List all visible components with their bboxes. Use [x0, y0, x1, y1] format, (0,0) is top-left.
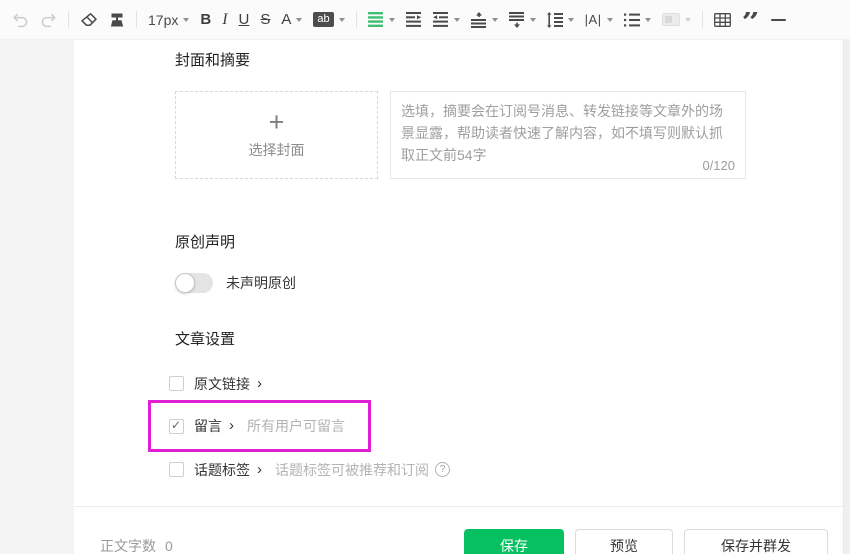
chevron-down-icon [606, 17, 613, 22]
toolbar-separator [701, 11, 703, 28]
chevron-right-icon: › [257, 460, 262, 478]
strikethrough-button[interactable]: S [260, 11, 270, 28]
plus-icon: + [268, 107, 285, 137]
comment-permission-hint: 所有用户可留言 [247, 418, 345, 434]
help-icon[interactable]: ? [435, 462, 450, 477]
chevron-down-icon [491, 17, 498, 22]
font-size-value: 17px [148, 11, 179, 28]
horizontal-rule-icon [771, 18, 786, 21]
summary-input[interactable]: 选填，摘要会在订阅号消息、转发链接等文章外的场景显露，帮助读者快速了解内容，如不… [390, 91, 746, 179]
choose-cover-label: 选择封面 [248, 142, 305, 158]
blockquote-button[interactable]: ” [742, 12, 760, 28]
style-preview-icon [661, 13, 680, 26]
line-height-dropdown[interactable] [546, 11, 574, 28]
format-painter-icon [110, 13, 124, 26]
table-icon [713, 12, 731, 27]
chevron-down-icon [338, 17, 345, 22]
highlight-icon: ab [313, 12, 334, 27]
original-link-checkbox[interactable] [169, 376, 184, 391]
editor-settings-panel: 封面和摘要 + 选择封面 选填，摘要会在订阅号消息、转发链接等文章外的场景显露，… [74, 40, 843, 554]
quote-icon: ” [742, 12, 760, 28]
list-dropdown[interactable] [623, 13, 651, 27]
word-count: 正文字数 0 [100, 536, 173, 554]
topic-tag-label[interactable]: 话题标签 [194, 460, 250, 480]
line-height-icon [546, 11, 563, 28]
indent-decrease-icon [432, 12, 448, 27]
chevron-down-icon [567, 17, 574, 22]
chevron-down-icon [296, 17, 303, 22]
original-link-label[interactable]: 原文链接 [194, 374, 250, 394]
chevron-down-icon [529, 17, 536, 22]
choose-cover-button[interactable]: + 选择封面 [175, 91, 378, 179]
underline-button[interactable]: U [239, 11, 250, 28]
bold-button[interactable]: B [200, 11, 211, 28]
space-above-dropdown[interactable] [470, 11, 498, 28]
comment-label[interactable]: 留言 [194, 416, 222, 436]
undo-icon [13, 13, 28, 27]
topic-tag-row[interactable]: 话题标签 › 话题标签可被推荐和订阅 ? [169, 461, 843, 478]
space-above-icon [470, 11, 486, 28]
font-color-dropdown[interactable]: A [281, 11, 303, 28]
vertical-scrollbar[interactable] [843, 40, 850, 554]
bullet-list-icon [623, 13, 640, 26]
align-justify-icon [367, 12, 383, 27]
cover-summary-section-title: 封面和摘要 [175, 52, 251, 69]
comment-row[interactable]: 留言 › 所有用户可留言 [169, 418, 345, 435]
summary-placeholder: 选填，摘要会在订阅号消息、转发链接等文章外的场景显露，帮助读者快速了解内容，如不… [401, 103, 723, 163]
save-and-send-button[interactable]: 保存并群发 [684, 529, 828, 554]
topic-tag-hint: 话题标签可被推荐和订阅 [275, 461, 429, 478]
indent-increase-icon [405, 12, 421, 27]
word-count-value: 0 [165, 538, 173, 554]
toolbar-separator [68, 11, 69, 28]
space-below-icon [508, 11, 524, 28]
chevron-down-icon [183, 17, 190, 22]
comment-highlight-annotation: 留言 › 所有用户可留言 [148, 400, 371, 452]
letter-spacing-dropdown[interactable]: |A| [585, 12, 613, 27]
preview-button[interactable]: 预览 [575, 529, 673, 554]
toggle-knob [175, 273, 195, 293]
save-button[interactable]: 保存 [464, 529, 564, 554]
italic-button[interactable]: I [222, 11, 227, 29]
chevron-right-icon: › [229, 417, 234, 434]
original-section-title: 原创声明 [175, 234, 236, 251]
insert-table-button[interactable] [713, 12, 731, 27]
comment-checkbox[interactable] [169, 418, 184, 434]
space-below-dropdown[interactable] [508, 11, 536, 28]
redo-button[interactable] [40, 12, 57, 28]
undo-button[interactable] [12, 12, 29, 28]
original-statement-toggle-label: 未声明原创 [226, 275, 296, 291]
align-dropdown[interactable] [367, 12, 395, 27]
chevron-down-icon [684, 17, 691, 22]
redo-icon [41, 13, 56, 27]
left-gutter [0, 40, 74, 554]
clear-format-button[interactable] [80, 12, 98, 28]
chevron-down-icon [644, 17, 651, 22]
original-link-row[interactable]: 原文链接 › [169, 375, 843, 392]
letter-spacing-label: |A| [584, 12, 602, 27]
font-size-dropdown[interactable]: 17px [148, 11, 190, 28]
original-statement-toggle[interactable] [175, 273, 213, 293]
toolbar-separator [355, 11, 357, 28]
editor-toolbar: 17px B I U S A ab |A| ” [0, 0, 850, 40]
format-painter-button[interactable] [109, 12, 125, 28]
article-settings-section-title: 文章设置 [175, 331, 236, 348]
chevron-down-icon [388, 17, 395, 22]
footer-bar: 正文字数 0 保存 预览 保存并群发 [74, 507, 843, 554]
font-color-label: A [281, 11, 292, 28]
horizontal-rule-button[interactable] [771, 18, 786, 21]
eraser-icon [81, 12, 97, 26]
indent-decrease-dropdown[interactable] [432, 12, 460, 27]
style-dropdown-disabled[interactable] [661, 13, 691, 26]
summary-char-counter: 0/120 [702, 158, 735, 173]
chevron-right-icon: › [257, 374, 262, 392]
word-count-label: 正文字数 [100, 538, 156, 554]
highlight-color-dropdown[interactable]: ab [313, 12, 345, 27]
chevron-down-icon [453, 17, 460, 22]
toolbar-separator [136, 11, 137, 28]
topic-tag-checkbox[interactable] [169, 462, 184, 477]
indent-increase-button[interactable] [405, 12, 422, 27]
